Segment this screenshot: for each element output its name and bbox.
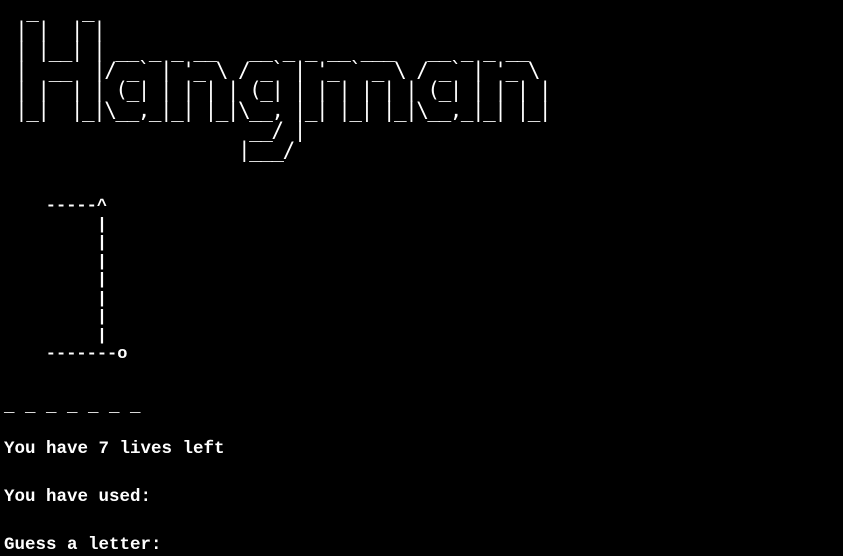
lives-remaining-text: You have 7 lives left	[4, 439, 225, 459]
word-mask: _ _ _ _ _ _ _	[4, 397, 141, 417]
guess-prompt-label: Guess a letter:	[4, 535, 162, 555]
hangman-title-banner: _ _ | | | | | |__| | __ _ _ __ __ _ _ __…	[15, 0, 551, 162]
used-letters-text: You have used:	[4, 487, 152, 507]
gallows-drawing: -----^ | | | | | | | -------o	[45, 197, 128, 364]
terminal-window[interactable]: _ _ | | | | | |__| | __ _ _ __ __ _ _ __…	[0, 0, 843, 556]
guess-prompt[interactable]: Guess a letter:	[4, 534, 162, 556]
